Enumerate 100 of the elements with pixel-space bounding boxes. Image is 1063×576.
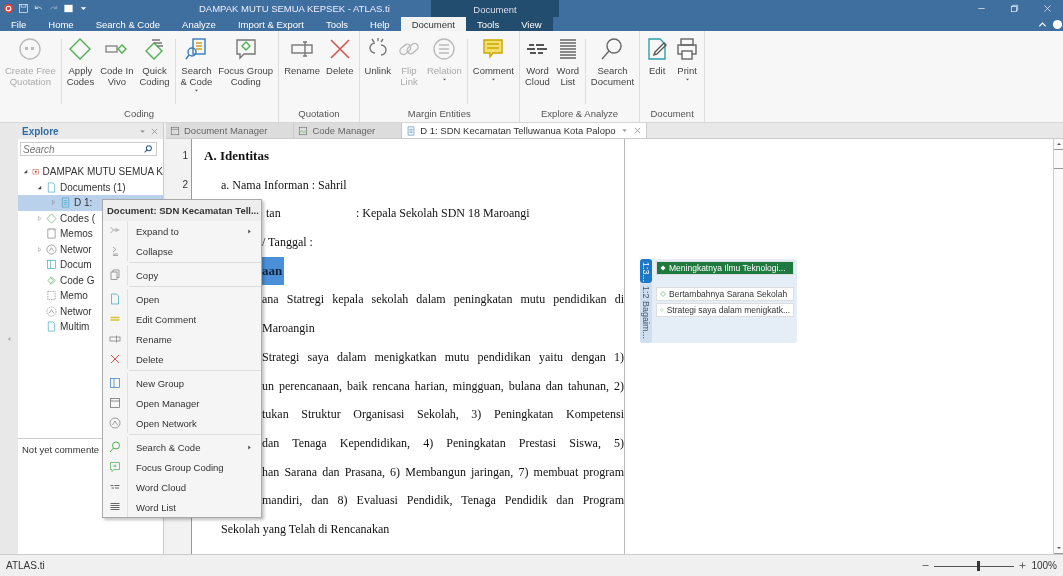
- menu-item[interactable]: Open Network: [103, 413, 261, 433]
- tree-item[interactable]: Documents (1): [18, 179, 163, 195]
- group-label: Explore & Analyze: [540, 108, 620, 121]
- menu-item[interactable]: Delete: [103, 349, 261, 369]
- group-label: Quotation: [297, 108, 341, 121]
- document-text: tukan Struktur Organisasi Sekolah, 3) Peningkatan Kompetensi: [262, 406, 624, 424]
- group-icon: [46, 259, 57, 271]
- image-icon: [298, 125, 309, 136]
- document-text: han Sarana dan Prasana, 6) Membangun jaringan, 7) membuat program: [262, 463, 624, 481]
- editor-tab[interactable]: Document Manager: [166, 123, 295, 138]
- ribbon-tab[interactable]: Help: [359, 17, 401, 31]
- zoom-slider[interactable]: [934, 559, 1015, 572]
- menu-item[interactable]: Focus Group Coding: [103, 457, 261, 477]
- network-icon: [109, 417, 121, 429]
- editor-tab[interactable]: Code Manager: [294, 123, 403, 138]
- printer-icon: [675, 37, 700, 61]
- scrollbar[interactable]: [1053, 139, 1063, 554]
- menu-item[interactable]: Word Cloud: [103, 477, 261, 497]
- diamond-icon: [46, 212, 57, 224]
- menu-item[interactable]: Edit Comment: [103, 309, 261, 329]
- document-text: dan Tenaga Kependidikan, 4) Peningkatan Prestasi Siswa, 5): [262, 434, 624, 452]
- menu-item[interactable]: New Group: [103, 373, 261, 393]
- submenu-arrow-icon: [246, 227, 253, 235]
- ribbon-button[interactable]: Apply Codes: [63, 37, 98, 108]
- quotation-label[interactable]: 1:2 Bagaim...: [640, 283, 652, 343]
- delete-icon: [109, 353, 121, 365]
- document-text: un perencanaan, baik rencana harian, mingguan, bulana dan tahunan, 2): [262, 377, 624, 395]
- heading-text: A. Identitas: [204, 147, 269, 165]
- code-tag[interactable]: Strategi saya dalam menigkatk...: [656, 303, 794, 317]
- close-icon: [150, 126, 159, 136]
- group-label: Margin Entities: [406, 108, 472, 121]
- ribbon-tab[interactable]: Search & Code: [84, 17, 172, 31]
- menu-item[interactable]: Rename: [103, 329, 261, 349]
- menu-item[interactable]: Collapse: [103, 241, 261, 261]
- ribbon-button[interactable]: Quick Coding: [136, 37, 173, 108]
- ribbon-button[interactable]: Word Cloud: [522, 37, 553, 108]
- collapsed-arrow-icon: [36, 245, 43, 253]
- tree-item[interactable]: DAMPAK MUTU SEMUA K: [18, 164, 163, 180]
- selected-text: aan: [262, 256, 285, 286]
- code-group-icon: [46, 274, 57, 286]
- ribbon-button[interactable]: Search & Code: [177, 37, 216, 108]
- project-icon: [32, 166, 40, 178]
- ribbon-button[interactable]: Code In Vivo: [97, 37, 137, 108]
- document-icon: [109, 293, 121, 305]
- ribbon-tab[interactable]: View: [510, 17, 553, 31]
- ribbon-button[interactable]: Search Document: [587, 37, 638, 108]
- ribbon-button[interactable]: Focus Group Coding: [215, 37, 277, 108]
- speech-bubble-icon: [109, 461, 121, 473]
- contextual-tab-label: Document: [431, 0, 559, 17]
- list-icon: [109, 501, 121, 513]
- ribbon-tab[interactable]: Tools: [465, 17, 511, 31]
- ribbon-button[interactable]: Rename: [281, 37, 324, 108]
- group-label: Coding: [123, 108, 156, 121]
- code-tag[interactable]: Meningkatnya Ilmu Teknologi...: [656, 261, 794, 275]
- menu-item[interactable]: Search & Code: [103, 437, 261, 457]
- document-text: / Tanggal :: [262, 234, 313, 252]
- ribbon-tab[interactable]: Analyze: [171, 17, 227, 31]
- ribbon-button[interactable]: Print: [672, 37, 703, 108]
- rename-icon: [109, 333, 121, 345]
- ribbon-tab[interactable]: Document: [400, 17, 466, 31]
- search-icon: [109, 441, 121, 453]
- ribbon-tab[interactable]: Import & Export: [226, 17, 315, 31]
- window-icon: [109, 397, 121, 409]
- ribbon-tab[interactable]: Tools: [314, 17, 360, 31]
- ribbon-button[interactable]: Delete: [323, 37, 357, 108]
- quotation-label[interactable]: 1:3...: [640, 259, 652, 283]
- ribbon-tab[interactable]: Home: [37, 17, 85, 31]
- search-field[interactable]: Search: [20, 142, 157, 156]
- copy-icon: [109, 269, 121, 281]
- menu-header: Document: SDN Kecamatan Tell...: [103, 200, 261, 221]
- line-number: 1: [182, 149, 188, 163]
- group-icon: [109, 377, 121, 389]
- ribbon-button[interactable]: Unlink: [361, 37, 394, 108]
- ribbon-button[interactable]: Comment: [469, 37, 517, 108]
- document-text: mandiri, dan 8) Evaluasi Pendidik, Tenaga Pendidik dan Program: [262, 492, 624, 510]
- document-icon: [46, 321, 57, 333]
- ribbon-button[interactable]: Edit: [642, 37, 673, 108]
- menu-item[interactable]: Open Manager: [103, 393, 261, 413]
- editor-tab[interactable]: D 1: SDN Kecamatan Telluwanua Kota Palopo: [402, 123, 647, 138]
- network-icon: [46, 243, 57, 255]
- network-group-icon: [46, 305, 57, 317]
- menu-item[interactable]: Open: [103, 289, 261, 309]
- menu-item[interactable]: Word List: [103, 497, 261, 517]
- document-text: : Kepala Sekolah SDN 18 Maroangi: [356, 205, 530, 223]
- ribbon-button[interactable]: Word List: [552, 37, 583, 108]
- quote-circle-icon: [18, 37, 43, 61]
- document-search-icon: [184, 37, 209, 61]
- document-icon: [60, 197, 71, 209]
- code-tag[interactable]: Bertambahnya Sarana Sekolah: [656, 287, 794, 301]
- save-icon: [18, 3, 29, 14]
- memo-icon: [46, 228, 57, 240]
- line-number: 2: [182, 177, 188, 192]
- diamond-icon: [68, 37, 93, 61]
- menu-item[interactable]: Expand to: [103, 221, 261, 241]
- document-icon: [46, 181, 57, 193]
- ribbon-tab[interactable]: File: [0, 17, 38, 31]
- submenu-arrow-icon: [246, 443, 253, 451]
- document-text: Maroangin: [262, 320, 315, 338]
- menu-item[interactable]: Copy: [103, 265, 261, 285]
- diamond-icon: [660, 265, 666, 271]
